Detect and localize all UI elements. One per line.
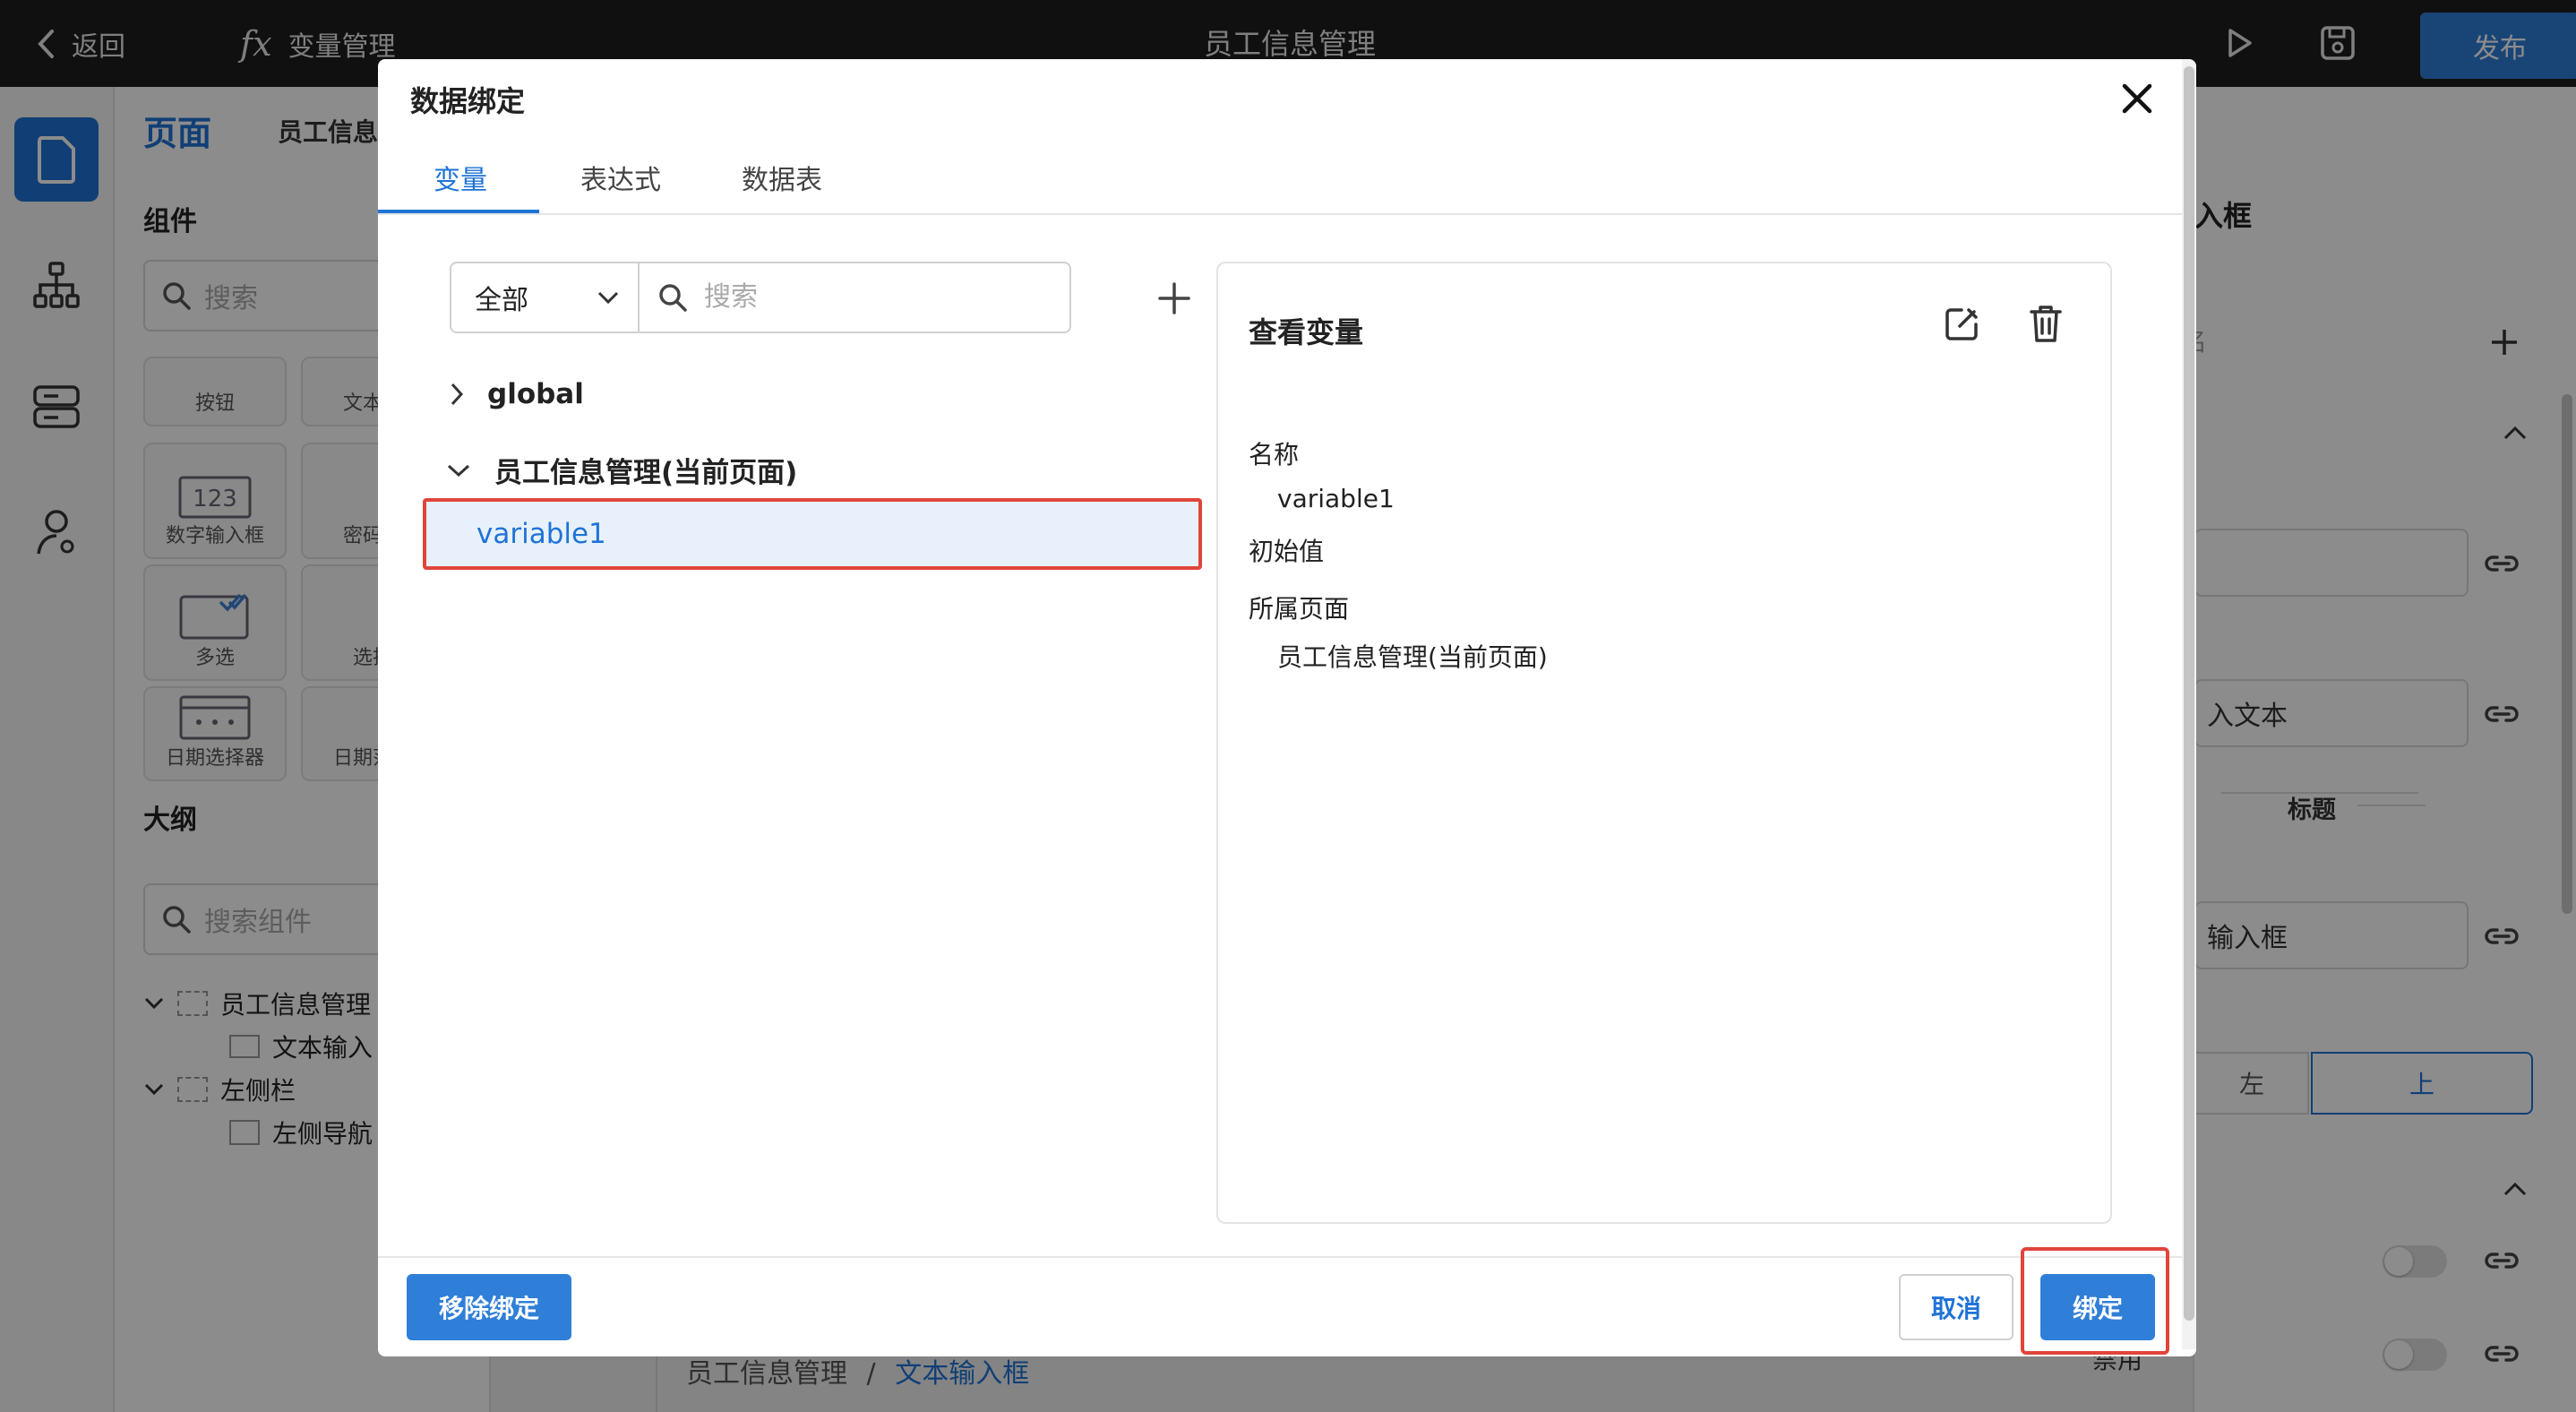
tree-node-current-page[interactable]: 员工信息管理(当前页面) bbox=[446, 450, 797, 490]
bind-button[interactable]: 绑定 bbox=[2040, 1274, 2155, 1340]
owner-page-value: 员工信息管理(当前页面) bbox=[1277, 642, 1548, 672]
tree-node-global[interactable]: global bbox=[450, 378, 584, 410]
tab-expression[interactable]: 表达式 bbox=[580, 158, 661, 197]
tree-node-label: global bbox=[487, 378, 584, 410]
remove-binding-button[interactable]: 移除绑定 bbox=[407, 1274, 571, 1340]
chevron-right-icon bbox=[451, 383, 464, 406]
scope-select[interactable]: 全部 bbox=[450, 262, 640, 333]
chevron-down-icon bbox=[597, 291, 619, 305]
edit-icon[interactable] bbox=[1942, 305, 1981, 344]
scope-select-value: 全部 bbox=[475, 285, 528, 316]
owner-page-label: 所属页面 bbox=[1249, 594, 1350, 624]
cancel-button[interactable]: 取消 bbox=[1899, 1274, 2014, 1340]
variable-search-input[interactable] bbox=[704, 282, 1044, 313]
tabs-divider bbox=[378, 213, 2196, 215]
trash-icon[interactable] bbox=[2028, 303, 2064, 344]
variable-detail-panel: 查看变量 名称 variable1 初始值 所属页面 员工信息管理(当前页面) bbox=[1216, 262, 2112, 1224]
tab-data-table[interactable]: 数据表 bbox=[742, 158, 822, 197]
close-icon[interactable] bbox=[2116, 77, 2159, 120]
active-tab-indicator bbox=[378, 210, 539, 213]
tab-variables[interactable]: 变量 bbox=[434, 158, 487, 197]
detail-title: 查看变量 bbox=[1249, 315, 1364, 349]
variable-search-field[interactable] bbox=[638, 262, 1071, 333]
variable-name: variable1 bbox=[477, 518, 606, 550]
search-icon bbox=[659, 284, 687, 312]
name-value: variable1 bbox=[1277, 484, 1395, 513]
name-label: 名称 bbox=[1249, 440, 1300, 469]
footer-divider bbox=[378, 1256, 2196, 1258]
add-variable-icon[interactable] bbox=[1150, 274, 1198, 323]
dialog-scrollbar[interactable] bbox=[2184, 66, 2194, 1321]
dialog-title: 数据绑定 bbox=[410, 84, 526, 118]
data-binding-dialog: 数据绑定 变量 表达式 数据表 全部 global 员工信息管理(当前页面) v… bbox=[378, 59, 2196, 1356]
initial-value-label: 初始值 bbox=[1249, 537, 1325, 566]
chevron-down-icon bbox=[447, 464, 470, 477]
tree-node-label: 员工信息管理(当前页面) bbox=[494, 457, 798, 489]
variable-row-selected[interactable]: variable1 bbox=[423, 498, 1202, 570]
